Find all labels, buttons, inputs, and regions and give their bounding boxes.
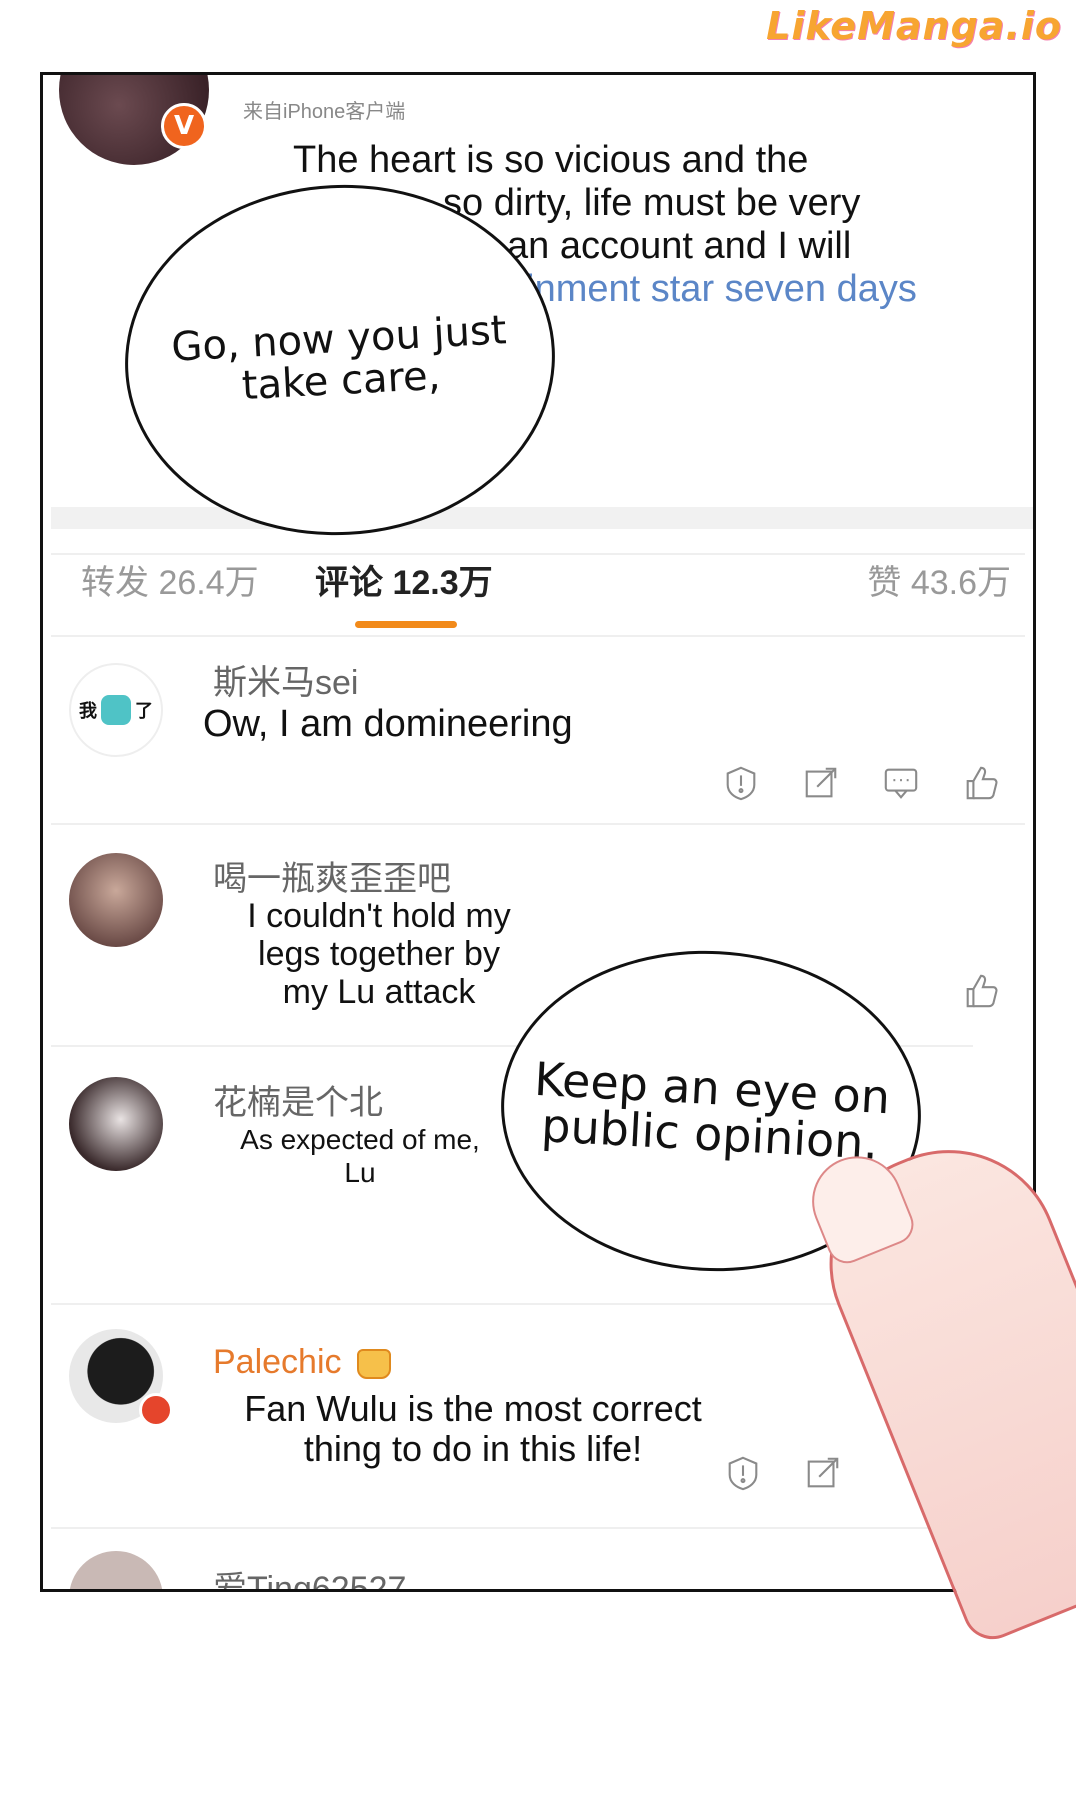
commenter-avatar[interactable]	[69, 853, 163, 947]
comment-text: I couldn't hold my legs together by my L…	[219, 897, 539, 1011]
reply-icon[interactable]	[881, 763, 921, 803]
share-icon[interactable]	[803, 1453, 843, 1493]
comment-actions	[721, 763, 1001, 803]
like-icon[interactable]	[961, 971, 1001, 1011]
comment-text: As expected of me, Lu	[219, 1123, 501, 1189]
divider	[51, 553, 1025, 555]
section-divider	[51, 507, 1033, 529]
comment-line: I couldn't hold my	[247, 897, 511, 935]
share-icon[interactable]	[801, 763, 841, 803]
commenter-avatar[interactable]	[69, 1077, 163, 1171]
commenter-name[interactable]: Palechic	[213, 1343, 391, 1382]
comment-line: Lu	[344, 1157, 376, 1188]
comment-actions	[961, 971, 1001, 1011]
post-tabs: 转发 26.4万 评论 12.3万 赞 43.6万	[81, 555, 1011, 605]
comment-text: Fan Wulu is the most correct thing to do…	[223, 1389, 723, 1469]
verified-badge: V	[161, 103, 207, 149]
commenter-name-text: Palechic	[213, 1343, 342, 1381]
smile-emoji-icon	[101, 695, 131, 725]
site-watermark: LikeManga.io	[766, 4, 1062, 48]
comment-line: Fan Wulu is the most correct	[244, 1388, 702, 1429]
report-icon[interactable]	[721, 763, 761, 803]
commenter-avatar[interactable]: 我 了	[69, 663, 163, 757]
report-icon[interactable]	[723, 1453, 763, 1493]
comment-line: my Lu attack	[282, 973, 476, 1011]
comment-item: 我 了 斯米马sei Ow, I am domineering	[43, 655, 1033, 815]
divider	[51, 823, 1025, 825]
comment-actions	[723, 1453, 843, 1493]
member-badge-icon	[139, 1393, 173, 1427]
comment-text: Ow, I am domineering	[203, 703, 573, 746]
comment-line: Ow, I am domineering	[203, 703, 573, 745]
commenter-avatar[interactable]	[69, 1551, 163, 1589]
comment-line: legs together by	[258, 935, 500, 973]
commenter-name[interactable]: 斯米马sei	[213, 655, 358, 704]
comment-line: thing to do in this life!	[303, 1428, 643, 1469]
post-line: The heart is so vicious and the	[293, 139, 809, 181]
comment-item: 爱Ting62527	[43, 1551, 1033, 1589]
post-source: 来自iPhone客户端	[243, 101, 406, 123]
tab-likes[interactable]: 赞 43.6万	[867, 555, 1011, 604]
comment-line: As expected of me,	[240, 1124, 480, 1155]
tab-comments[interactable]: 评论 12.3万	[315, 555, 493, 604]
tab-forwards[interactable]: 转发 26.4万	[81, 555, 259, 604]
commenter-name[interactable]: 花楠是个北	[213, 1075, 383, 1124]
avatar-text: 我	[79, 701, 97, 721]
commenter-name[interactable]: 喝一瓶爽歪歪吧	[213, 851, 451, 900]
avatar-text: 了	[135, 701, 153, 721]
divider	[51, 635, 1025, 637]
active-tab-indicator	[355, 621, 457, 628]
like-icon[interactable]	[961, 763, 1001, 803]
commenter-name[interactable]: 爱Ting62527	[213, 1561, 406, 1589]
divider	[51, 1527, 1025, 1529]
crown-icon	[356, 1349, 391, 1380]
